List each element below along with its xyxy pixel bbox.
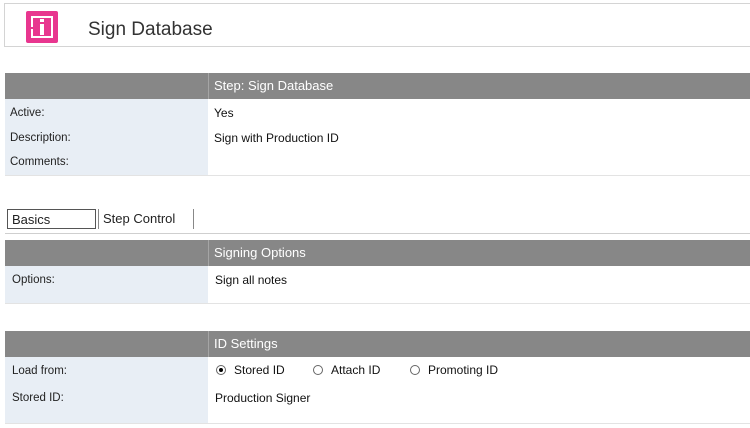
step-header-band: Step: Sign Database: [5, 73, 750, 99]
signing-options-band: Signing Options: [5, 240, 750, 266]
options-label: Options:: [12, 274, 55, 286]
active-label: Active:: [10, 107, 45, 119]
page-title: Sign Database: [88, 19, 213, 40]
active-value: Yes: [214, 106, 234, 120]
band-divider: [208, 73, 209, 99]
divider: [5, 423, 750, 424]
comments-label: Comments:: [10, 156, 69, 168]
options-value: Sign all notes: [215, 273, 288, 287]
load-from-label: Load from:: [12, 365, 67, 377]
band-divider: [208, 240, 209, 266]
divider: [5, 175, 750, 176]
description-value: Sign with Production ID: [214, 131, 339, 145]
tab-divider: [5, 233, 750, 234]
stored-id-value: Production Signer: [215, 391, 311, 405]
id-settings-band: ID Settings: [5, 331, 750, 357]
agent-info-icon: [26, 11, 58, 43]
radio-label: Promoting ID: [428, 363, 499, 377]
tab-basics[interactable]: Basics: [7, 209, 96, 229]
radio-button[interactable]: [313, 365, 323, 375]
title-bar: Sign Database: [4, 3, 750, 47]
stored-id-label: Stored ID:: [12, 392, 64, 404]
id-settings-header: ID Settings: [214, 336, 278, 351]
radio-attach-id[interactable]: Attach ID: [313, 362, 380, 378]
radio-label: Attach ID: [331, 363, 381, 377]
radio-promoting-id[interactable]: Promoting ID: [410, 362, 498, 378]
radio-button[interactable]: [410, 365, 420, 375]
band-divider: [208, 331, 209, 357]
signing-options-header: Signing Options: [214, 245, 306, 260]
step-header: Step: Sign Database: [214, 78, 334, 93]
radio-button[interactable]: [216, 365, 226, 375]
tab-step-control[interactable]: Step Control: [98, 209, 194, 229]
description-label: Description:: [10, 132, 71, 144]
radio-stored-id[interactable]: Stored ID: [216, 362, 285, 378]
radio-label: Stored ID: [234, 363, 285, 377]
divider: [5, 303, 750, 304]
